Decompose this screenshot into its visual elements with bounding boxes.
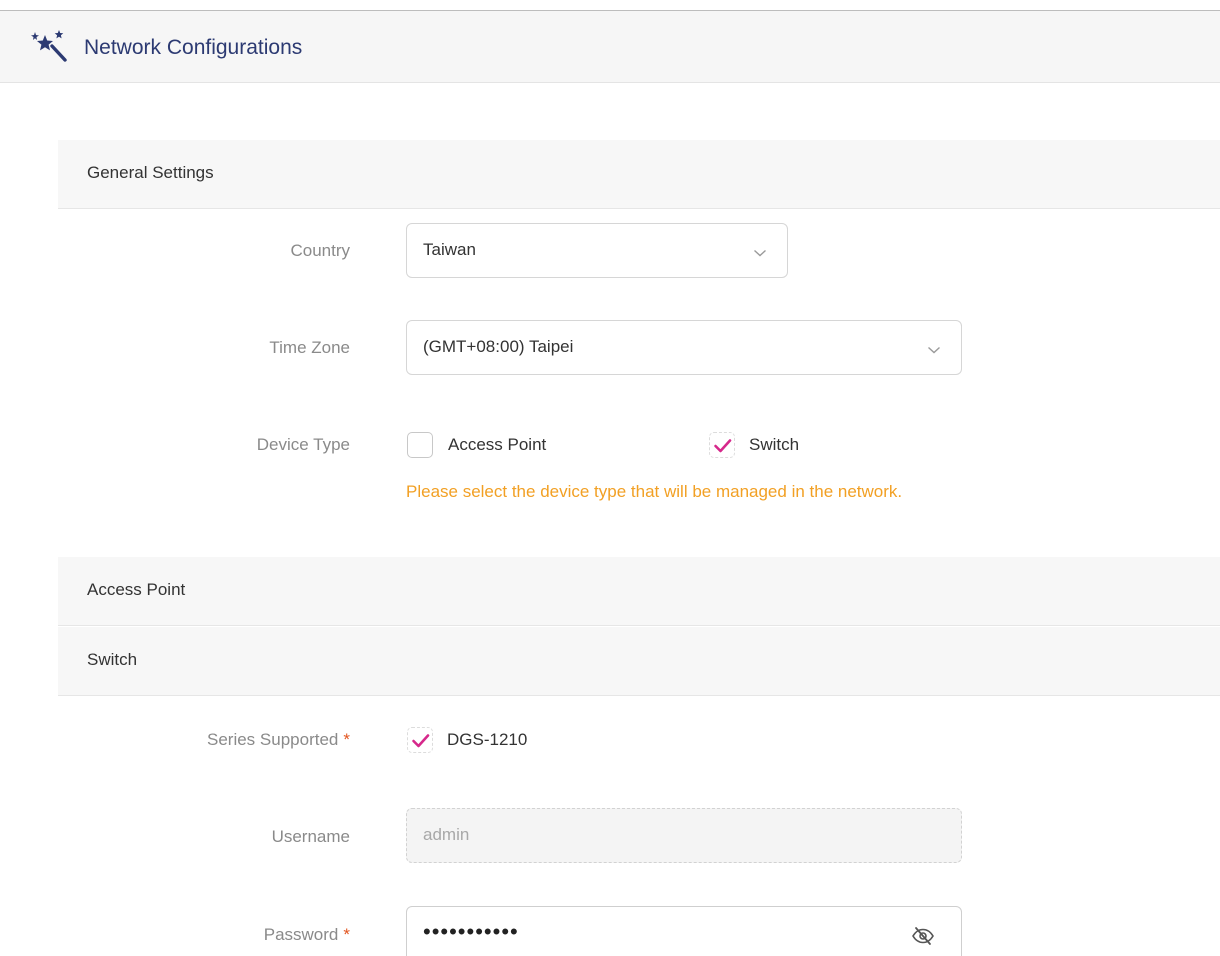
page-title: Network Configurations <box>84 36 303 59</box>
page-header: Network Configurations <box>0 10 1220 83</box>
device-type-hint: Please select the device type that will … <box>406 482 903 501</box>
section-access-point-label: Access Point <box>87 580 186 599</box>
time-zone-label: Time Zone <box>269 338 350 357</box>
password-label-text: Password <box>263 925 339 944</box>
dgs-1210-checkbox[interactable] <box>407 727 433 753</box>
chevron-down-icon <box>928 346 940 354</box>
time-zone-select[interactable]: (GMT+08:00) Taipei <box>406 320 962 375</box>
username-label: Username <box>271 827 350 846</box>
section-general-settings: General Settings <box>58 140 1220 209</box>
checkmark-icon <box>412 734 430 748</box>
username-field-value: admin <box>423 825 470 844</box>
country-label: Country <box>290 241 350 260</box>
country-select-value: Taiwan <box>423 240 476 259</box>
section-general-settings-label: General Settings <box>87 163 214 182</box>
section-switch[interactable]: Switch <box>58 627 1220 696</box>
section-access-point[interactable]: Access Point <box>58 557 1220 626</box>
chevron-down-icon <box>754 249 766 257</box>
required-marker: * <box>343 925 350 944</box>
required-marker: * <box>343 730 350 749</box>
checkmark-icon <box>714 439 732 453</box>
country-select[interactable]: Taiwan <box>406 223 788 278</box>
series-supported-label-text: Series Supported <box>207 730 339 749</box>
username-field: admin <box>406 808 962 863</box>
magic-wand-icon <box>31 30 67 62</box>
access-point-checkbox-label[interactable]: Access Point <box>448 434 546 456</box>
switch-checkbox-label[interactable]: Switch <box>749 434 799 456</box>
eye-off-icon[interactable] <box>911 926 935 946</box>
password-field[interactable]: ••••••••••• <box>406 906 962 956</box>
password-field-value: ••••••••••• <box>423 919 519 944</box>
device-type-label: Device Type <box>256 435 350 454</box>
section-switch-label: Switch <box>87 650 138 669</box>
network-configurations-page: Network Configurations General Settings … <box>0 0 1220 956</box>
series-supported-label: Series Supported * <box>58 729 350 751</box>
time-zone-select-value: (GMT+08:00) Taipei <box>423 337 574 356</box>
switch-checkbox[interactable] <box>709 432 735 458</box>
password-label: Password * <box>58 924 350 946</box>
access-point-checkbox[interactable] <box>407 432 433 458</box>
dgs-1210-checkbox-label[interactable]: DGS-1210 <box>447 729 527 751</box>
